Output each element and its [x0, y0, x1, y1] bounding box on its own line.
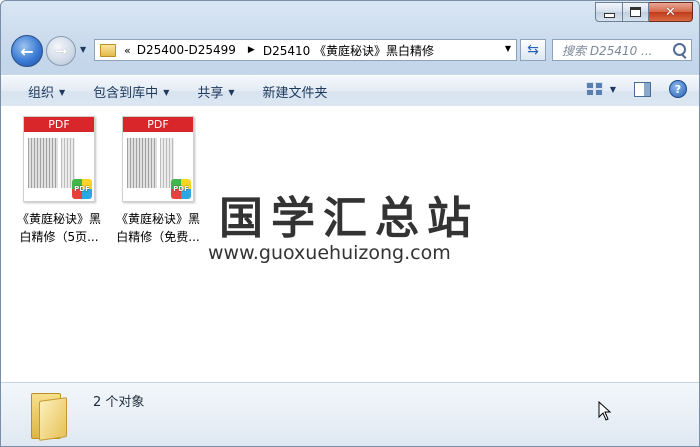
include-in-library-label: 包含到库中 [93, 85, 159, 101]
file-item[interactable]: PDF PDF 《黄庭秘诀》黑白精修（免费... [113, 113, 203, 246]
search-icon[interactable] [673, 43, 686, 56]
preview-pane-icon[interactable] [634, 81, 651, 97]
item-count: 2 个对象 [93, 395, 145, 410]
back-arrow-icon: ← [20, 41, 34, 61]
address-bar[interactable]: « D25400-D25499 ▶ D25410 《黄庭秘诀》黑白精修 ▼ [94, 39, 517, 61]
new-folder-label: 新建文件夹 [262, 85, 328, 101]
address-dropdown-icon[interactable]: ▼ [505, 44, 511, 53]
folder-icon [31, 389, 67, 441]
watermark-url: www.guoxuehuizong.com [208, 242, 451, 264]
search-input[interactable]: 搜索 D25410 ... [552, 39, 692, 61]
breadcrumb-separator[interactable]: ▶ [248, 45, 255, 55]
scan-preview [28, 138, 58, 188]
organize-menu[interactable]: 组织 ▼ [28, 82, 65, 101]
watermark-title: 国学汇总站 [219, 193, 479, 244]
share-label: 共享 [197, 85, 224, 101]
search-placeholder: 搜索 D25410 ... [562, 43, 653, 58]
file-item[interactable]: PDF PDF 《黄庭秘诀》黑白精修（5页... [14, 113, 104, 246]
organize-label: 组织 [28, 85, 55, 101]
file-name[interactable]: 《黄庭秘诀》黑白精修（免费... [113, 210, 203, 246]
recent-pages-dropdown[interactable]: ▼ [80, 45, 86, 54]
pdf-thumbnail: PDF PDF [23, 116, 95, 202]
chevron-down-icon: ▼ [59, 87, 66, 97]
command-bar: 组织 ▼ 包含到库中 ▼ 共享 ▼ 新建文件夹 ▼ ? [1, 75, 699, 107]
refresh-icon: ⇆ [527, 42, 539, 58]
pdf-thumbnail: PDF PDF [122, 116, 194, 202]
folder-front [39, 397, 67, 441]
address-overflow[interactable]: « [124, 44, 131, 57]
mouse-cursor-icon [598, 401, 612, 421]
navigation-bar: ← → ▼ « D25400-D25499 ▶ D25410 《黄庭秘诀》黑白精… [1, 35, 699, 67]
chevron-down-icon: ▼ [163, 87, 170, 97]
help-icon[interactable]: ? [669, 80, 687, 98]
pdf-banner: PDF [123, 117, 193, 132]
file-list[interactable]: PDF PDF 《黄庭秘诀》黑白精修（5页... PDF PDF 《黄庭秘诀》黑… [1, 106, 699, 382]
pdf-badge-icon: PDF [72, 179, 92, 199]
views-dropdown[interactable]: ▼ [610, 85, 616, 94]
pdf-badge-icon: PDF [171, 179, 191, 199]
views-icon[interactable] [585, 82, 604, 96]
minimize-icon [603, 12, 615, 18]
breadcrumb-parent[interactable]: D25400-D25499 [137, 43, 236, 57]
maximize-button[interactable] [623, 2, 649, 22]
close-icon: ✕ [665, 4, 676, 20]
chevron-down-icon: ▼ [228, 87, 235, 97]
folder-icon [100, 43, 116, 57]
breadcrumb-current[interactable]: D25410 《黄庭秘诀》黑白精修 [263, 42, 434, 59]
caption-buttons: ✕ [595, 2, 693, 22]
back-button[interactable]: ← [11, 35, 43, 67]
share-menu[interactable]: 共享 ▼ [197, 82, 234, 101]
command-bar-right: ▼ ? [585, 80, 687, 98]
forward-arrow-icon: → [54, 42, 68, 60]
details-pane: 2 个对象 [1, 382, 699, 446]
close-button[interactable]: ✕ [649, 2, 693, 22]
forward-button[interactable]: → [46, 36, 76, 66]
file-name[interactable]: 《黄庭秘诀》黑白精修（5页... [14, 210, 104, 246]
maximize-icon [630, 7, 641, 17]
scan-preview [127, 138, 157, 188]
new-folder-button[interactable]: 新建文件夹 [263, 82, 328, 101]
include-in-library-menu[interactable]: 包含到库中 ▼ [93, 82, 169, 101]
pdf-banner: PDF [24, 117, 94, 132]
refresh-button[interactable]: ⇆ [520, 39, 546, 61]
minimize-button[interactable] [595, 2, 623, 22]
explorer-window: ✕ ← → ▼ « D25400-D25499 ▶ D25410 《黄庭秘诀》黑… [0, 0, 700, 447]
